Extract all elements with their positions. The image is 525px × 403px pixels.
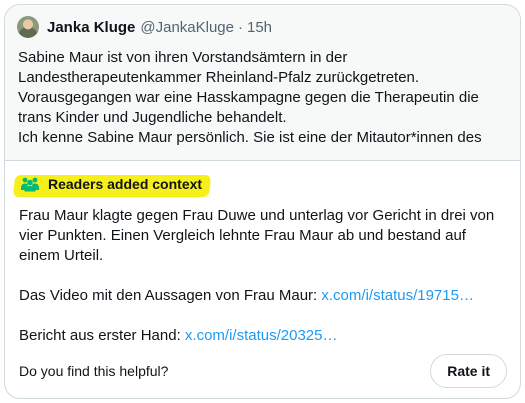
author-name[interactable]: Janka Kluge bbox=[47, 19, 135, 36]
post-time[interactable]: 15h bbox=[247, 19, 272, 36]
report-link[interactable]: x.com/i/status/20325… bbox=[185, 327, 338, 344]
quoted-post[interactable]: Janka Kluge @JankaKluge · 15h Sabine Mau… bbox=[5, 5, 520, 161]
note-paragraph: Frau Maur klagte gegen Frau Duwe und unt… bbox=[19, 207, 495, 264]
note-text: Das Video mit den Aussagen von Frau Maur… bbox=[19, 287, 322, 304]
note-header: Readers added context bbox=[12, 173, 507, 197]
note-footer: Do you find this helpful? Rate it bbox=[18, 354, 507, 388]
people-icon bbox=[21, 177, 39, 192]
video-link[interactable]: x.com/i/status/19715… bbox=[321, 287, 474, 304]
note-body: Frau Maur klagte gegen Frau Duwe und unt… bbox=[18, 206, 507, 346]
note-paragraph-video: Das Video mit den Aussagen von Frau Maur… bbox=[19, 286, 507, 306]
avatar[interactable] bbox=[17, 16, 39, 38]
helpful-prompt: Do you find this helpful? bbox=[19, 363, 169, 379]
note-text: Bericht aus erster Hand: bbox=[19, 327, 185, 344]
note-title: Readers added context bbox=[48, 176, 203, 192]
author-handle[interactable]: @JankaKluge bbox=[140, 19, 234, 36]
post-card: Janka Kluge @JankaKluge · 15h Sabine Mau… bbox=[4, 4, 521, 399]
dot-separator: · bbox=[238, 18, 243, 36]
community-note: Readers added context Frau Maur klagte g… bbox=[5, 161, 520, 346]
quoted-post-text: Sabine Maur ist von ihren Vorstandsämter… bbox=[18, 49, 482, 146]
rate-it-button[interactable]: Rate it bbox=[430, 354, 507, 388]
note-paragraph-report: Bericht aus erster Hand: x.com/i/status/… bbox=[19, 326, 507, 346]
author-row: Janka Kluge @JankaKluge · 15h bbox=[17, 15, 508, 39]
